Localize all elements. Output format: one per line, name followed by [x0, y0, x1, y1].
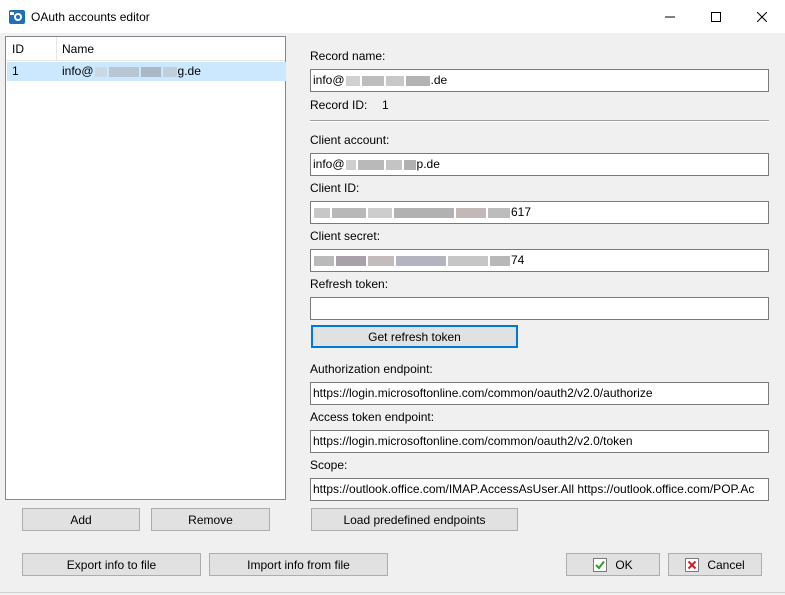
redacted-text: [108, 66, 139, 77]
redacted-text: [385, 75, 404, 86]
redacted-text: [405, 75, 430, 86]
maximize-button[interactable]: [693, 0, 739, 33]
close-button[interactable]: [739, 0, 785, 33]
row-id: 1: [12, 64, 19, 78]
cancel-label: Cancel: [707, 557, 745, 572]
redacted-text: [368, 255, 394, 266]
redacted-text: [385, 159, 402, 170]
record-name-prefix: info@: [313, 73, 345, 87]
remove-button[interactable]: Remove: [151, 508, 270, 531]
redacted-text: [314, 255, 334, 266]
token-endpoint-input[interactable]: https://login.microsoftonline.com/common…: [310, 430, 769, 453]
redacted-text: [456, 207, 486, 218]
cancel-button[interactable]: Cancel: [668, 553, 762, 576]
client-secret-suffix: 74: [511, 253, 525, 267]
redacted-text: [162, 66, 177, 77]
window-title: OAuth accounts editor: [31, 10, 150, 24]
import-info-button[interactable]: Import info from file: [209, 553, 388, 576]
title-bar: OAuth accounts editor: [0, 0, 785, 33]
redacted-text: [368, 207, 392, 218]
client-account-input[interactable]: info@ p.de: [310, 153, 769, 176]
record-name-suffix: .de: [430, 73, 448, 87]
ok-label: OK: [615, 557, 633, 572]
divider: [310, 120, 769, 122]
cross-icon: [685, 557, 700, 572]
redacted-text: [394, 207, 454, 218]
add-button[interactable]: Add: [22, 508, 140, 531]
scope-input[interactable]: https://outlook.office.com/IMAP.AccessAs…: [310, 478, 769, 501]
row-name: info@ g.de: [62, 64, 201, 78]
get-refresh-token-button[interactable]: Get refresh token: [311, 325, 518, 348]
record-name-label: Record name:: [310, 49, 386, 63]
client-account-prefix: info@: [313, 157, 345, 171]
minimize-button[interactable]: [647, 0, 693, 33]
scope-label: Scope:: [310, 458, 348, 472]
export-info-button[interactable]: Export info to file: [22, 553, 201, 576]
refresh-token-label: Refresh token:: [310, 277, 389, 291]
redacted-text: [361, 75, 384, 86]
redacted-text: [403, 159, 416, 170]
client-secret-label: Client secret:: [310, 229, 381, 243]
load-predefined-endpoints-button[interactable]: Load predefined endpoints: [311, 508, 518, 531]
column-header-id[interactable]: ID: [12, 42, 24, 56]
client-account-suffix: p.de: [416, 157, 440, 171]
record-name-input[interactable]: info@ .de: [310, 69, 769, 92]
auth-endpoint-input[interactable]: https://login.microsoftonline.com/common…: [310, 382, 769, 405]
column-header-name[interactable]: Name: [62, 42, 94, 56]
checkmark-icon: [593, 557, 608, 572]
redacted-text: [396, 255, 446, 266]
client-secret-input[interactable]: 74: [310, 249, 769, 272]
redacted-text: [140, 66, 161, 77]
redacted-text: [448, 255, 488, 266]
list-item[interactable]: 1 info@ g.de: [7, 62, 286, 81]
bottom-edge: [0, 592, 785, 593]
redacted-text: [345, 159, 356, 170]
accounts-list[interactable]: ID Name 1 info@ g.de: [5, 36, 286, 500]
record-id-value: 1: [382, 98, 389, 112]
redacted-text: [94, 66, 107, 77]
minimize-icon: [665, 16, 675, 17]
token-endpoint-label: Access token endpoint:: [310, 410, 435, 424]
redacted-text: [345, 75, 360, 86]
redacted-text: [490, 255, 510, 266]
client-id-input[interactable]: 617: [310, 201, 769, 224]
client-id-suffix: 617: [511, 205, 532, 219]
redacted-text: [332, 207, 366, 218]
refresh-token-input[interactable]: [310, 297, 769, 320]
redacted-text: [357, 159, 384, 170]
oauth-app-icon: [9, 10, 25, 24]
redacted-text: [488, 207, 510, 218]
client-account-label: Client account:: [310, 133, 390, 147]
redacted-text: [314, 207, 330, 218]
row-name-prefix: info@: [62, 64, 94, 78]
ok-button[interactable]: OK: [566, 553, 660, 576]
maximize-icon: [711, 11, 721, 22]
close-icon: [757, 11, 767, 22]
record-id-label: Record ID:: [310, 98, 368, 112]
redacted-text: [336, 255, 366, 266]
client-id-label: Client ID:: [310, 181, 360, 195]
auth-endpoint-label: Authorization endpoint:: [310, 362, 433, 376]
column-divider[interactable]: [56, 37, 57, 60]
row-name-suffix: g.de: [177, 64, 201, 78]
list-header: ID Name: [6, 37, 285, 61]
